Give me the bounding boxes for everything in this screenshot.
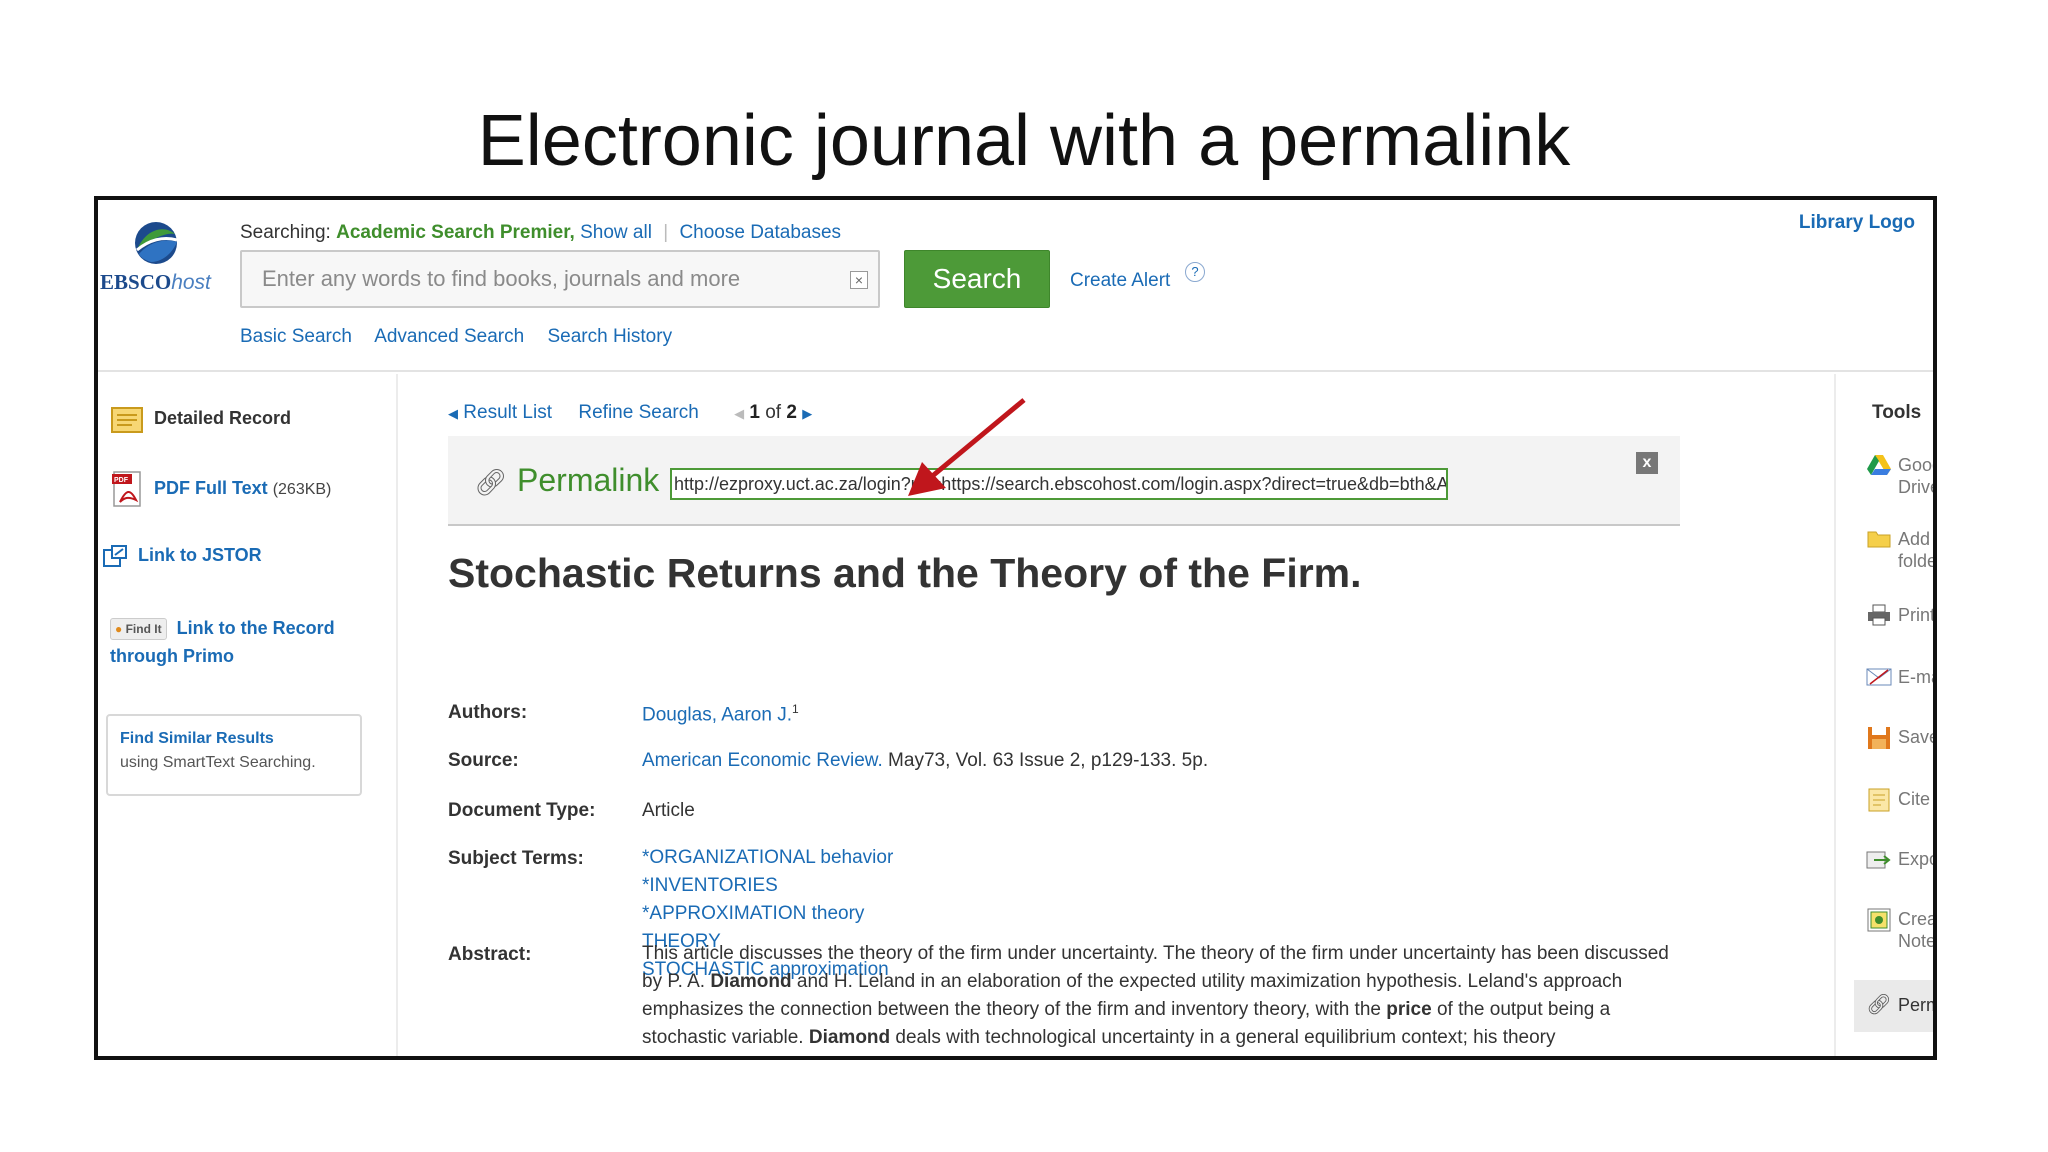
ebscohost-wordmark: EBSCOhost (100, 270, 211, 294)
email-icon (1866, 666, 1892, 691)
ebsco-globe-icon (135, 222, 178, 264)
result-navigation: ◀ Result List Refine Search ◀ 1 of 2 ▶ (448, 402, 812, 424)
subject-term-link[interactable]: *INVENTORIES (642, 875, 778, 896)
separator: | (663, 222, 669, 243)
tools-sidebar: » Tools GoogleDrive Add tofolder Print E… (1834, 374, 1933, 1056)
result-list-link[interactable]: Result List (463, 402, 552, 423)
search-subnav: Basic Search Advanced Search Search Hist… (240, 326, 690, 348)
link-to-jstor[interactable]: Link to JSTOR (102, 544, 262, 568)
authors-label: Authors: (448, 702, 528, 723)
record-pager: ◀ 1 of 2 ▶ (734, 402, 813, 423)
source-label: Source: (448, 750, 519, 771)
tool-cite[interactable]: Cite (1866, 788, 1930, 817)
slide-title: Electronic journal with a permalink (477, 101, 1571, 181)
cite-icon (1866, 788, 1892, 817)
tool-permalink[interactable]: 🔗︎Permalink (1854, 980, 1933, 1032)
next-record-icon[interactable]: ▶ (802, 406, 812, 421)
svg-text:PDF: PDF (114, 477, 129, 484)
detailed-record-item[interactable]: Detailed Record (110, 404, 291, 434)
link-chain-icon: 🔗︎ (474, 467, 508, 498)
tool-save[interactable]: Save (1866, 726, 1933, 755)
record-main: ◀ Result List Refine Search ◀ 1 of 2 ▶ 🔗… (400, 374, 1830, 1056)
annotation-arrow (908, 398, 1026, 496)
tool-print[interactable]: Print (1866, 604, 1933, 631)
tool-google-drive[interactable]: GoogleDrive (1866, 454, 1933, 498)
library-logo[interactable]: Library Logo (1799, 212, 1915, 234)
authors-value: Douglas, Aaron J.1 (642, 702, 799, 726)
clear-search-icon[interactable]: × (850, 271, 868, 289)
search-history-link[interactable]: Search History (547, 326, 672, 347)
find-it-icon: ● (115, 622, 123, 637)
tool-email[interactable]: E-mail (1866, 666, 1933, 691)
left-sidebar: Detailed Record PDF PDF Full Text (263KB… (98, 374, 398, 1056)
find-similar-results-box[interactable]: Find Similar Results using SmartText Sea… (106, 714, 362, 796)
record-title: Stochastic Returns and the Theory of the… (448, 550, 1362, 596)
tools-heading: Tools (1872, 402, 1922, 423)
header: EBSCOhost Searching: Academic Search Pre… (98, 200, 1933, 372)
browser-screenshot-frame: EBSCOhost Searching: Academic Search Pre… (94, 196, 1937, 1060)
abstract-label: Abstract: (448, 944, 532, 965)
subject-terms-label: Subject Terms: (448, 848, 584, 869)
author-link[interactable]: Douglas, Aaron J. (642, 704, 792, 725)
link-to-record-primo[interactable]: ● Find It Link to the Record through Pri… (110, 614, 335, 670)
tool-add-to-folder[interactable]: Add tofolder (1866, 528, 1933, 572)
tool-export[interactable]: Export (1866, 848, 1933, 875)
find-it-badge: ● Find It (110, 618, 167, 641)
permalink-panel: 🔗︎ Permalink http://ezproxy.uct.ac.za/log… (448, 436, 1680, 526)
abstract-text: This article discusses the theory of the… (642, 943, 1669, 1048)
permalink-heading: 🔗︎ Permalink (474, 462, 660, 498)
pdf-icon: PDF (112, 471, 141, 507)
close-icon[interactable]: x (1636, 452, 1658, 474)
tool-create-note[interactable]: CreateNote (1866, 908, 1933, 952)
permalink-url-field[interactable]: http://ezproxy.uct.ac.za/login?url=https… (670, 468, 1448, 500)
subject-term-link[interactable]: *APPROXIMATION theory (642, 903, 864, 924)
google-drive-icon (1866, 454, 1892, 481)
basic-search-link[interactable]: Basic Search (240, 326, 352, 347)
current-database: Academic Search Premier, (336, 222, 575, 243)
pdf-full-text-link[interactable]: PDF PDF Full Text (263KB) (110, 470, 331, 508)
find-similar-results-link[interactable]: Find Similar Results (120, 730, 348, 748)
source-value: American Economic Review. May73, Vol. 63… (642, 750, 1209, 771)
show-all-link[interactable]: Show all (580, 222, 652, 243)
folder-icon (1866, 528, 1892, 553)
back-triangle-icon: ◀ (448, 406, 458, 421)
subject-term-link[interactable]: *ORGANIZATIONAL behavior (642, 847, 893, 868)
document-type-label: Document Type: (448, 800, 596, 821)
export-icon (1866, 848, 1892, 875)
journal-link[interactable]: American Economic Review. (642, 750, 883, 771)
refine-search-link[interactable]: Refine Search (578, 402, 698, 423)
note-icon (1866, 908, 1892, 937)
choose-databases-link[interactable]: Choose Databases (679, 222, 841, 243)
detailed-record-icon (111, 407, 143, 433)
search-input[interactable] (242, 252, 802, 306)
help-icon[interactable]: ? (1185, 262, 1205, 282)
prev-record-icon[interactable]: ◀ (734, 406, 744, 421)
create-alert-link[interactable]: Create Alert (1070, 270, 1170, 292)
save-icon (1866, 726, 1892, 755)
searching-label: Searching: (240, 222, 331, 243)
advanced-search-link[interactable]: Advanced Search (374, 326, 524, 347)
external-link-icon (103, 545, 127, 567)
smarttext-subtext: using SmartText Searching. (120, 754, 316, 771)
ebscohost-logo[interactable]: EBSCOhost (100, 220, 220, 300)
searching-databases-line: Searching: Academic Search Premier, Show… (240, 222, 841, 244)
permalink-icon: 🔗︎ (1866, 994, 1892, 1016)
search-box: × (240, 250, 880, 308)
search-button[interactable]: Search (904, 250, 1050, 308)
printer-icon (1866, 604, 1892, 631)
document-type-value: Article (642, 800, 695, 821)
